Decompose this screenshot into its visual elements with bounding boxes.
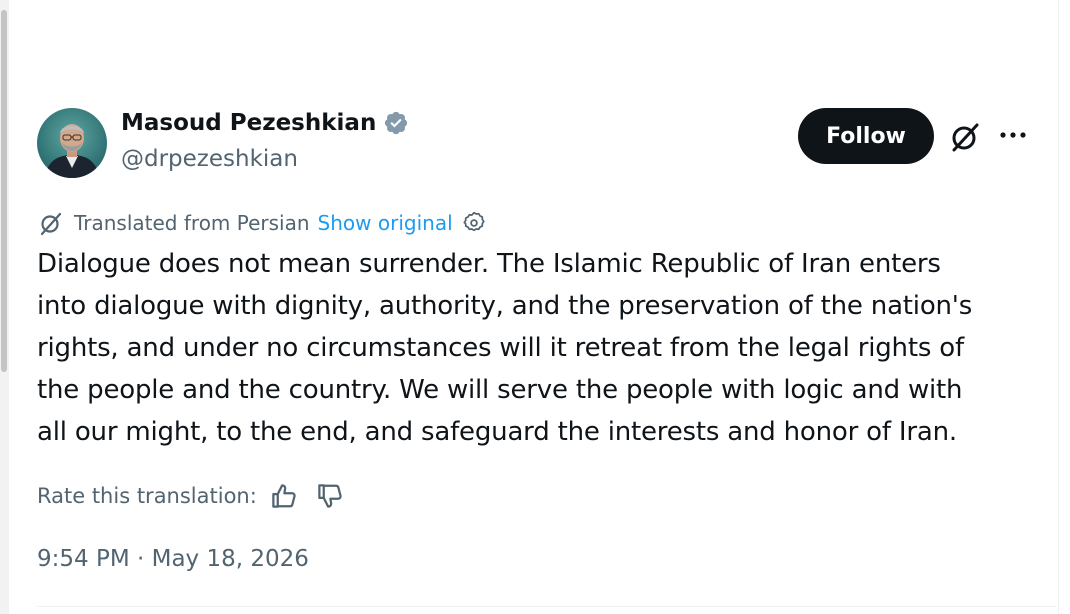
- follow-button[interactable]: Follow: [798, 108, 934, 164]
- thumbs-up-icon[interactable]: [269, 481, 299, 511]
- author-handle[interactable]: @drpezeshkian: [121, 146, 298, 172]
- tweet-text-line: Dialogue does not mean surrender. The Is…: [37, 249, 941, 279]
- settings-icon[interactable]: [461, 210, 487, 236]
- rate-translation-label: Rate this translation:: [37, 484, 257, 508]
- scrollbar-thumb[interactable]: [1, 10, 7, 372]
- scrollbar[interactable]: [0, 0, 9, 614]
- show-original-link[interactable]: Show original: [318, 211, 453, 235]
- avatar[interactable]: [37, 108, 107, 178]
- author-name-text: Masoud Pezeshkian: [121, 110, 377, 136]
- tweet-text: Dialogue does not mean surrender. The Is…: [37, 243, 1037, 453]
- avatar-image: [37, 108, 107, 178]
- tweet-text-line: all our might, to the end, and safeguard…: [37, 417, 957, 447]
- translated-from-label: Translated from Persian: [74, 211, 310, 235]
- tweet-text-line: rights, and under no circumstances will …: [37, 333, 964, 363]
- rate-translation: Rate this translation:: [37, 479, 345, 513]
- translate-icon: [37, 209, 65, 237]
- column-border: [1058, 0, 1059, 614]
- author-name[interactable]: Masoud Pezeshkian: [121, 110, 409, 136]
- grok-icon[interactable]: [947, 119, 983, 155]
- tweet-page: Masoud Pezeshkian @drpezeshkian Follow T…: [0, 0, 1070, 614]
- tweet-text-line: the people and the country. We will serv…: [37, 375, 963, 405]
- thumbs-down-icon[interactable]: [315, 481, 345, 511]
- more-icon[interactable]: [996, 120, 1030, 150]
- tweet-text-line: into dialogue with dignity, authority, a…: [37, 291, 973, 321]
- verified-badge-icon[interactable]: [383, 110, 409, 136]
- divider: [37, 606, 1056, 607]
- tweet-timestamp[interactable]: 9:54 PM · May 18, 2026: [37, 546, 309, 572]
- translation-notice: Translated from Persian Show original: [37, 208, 487, 238]
